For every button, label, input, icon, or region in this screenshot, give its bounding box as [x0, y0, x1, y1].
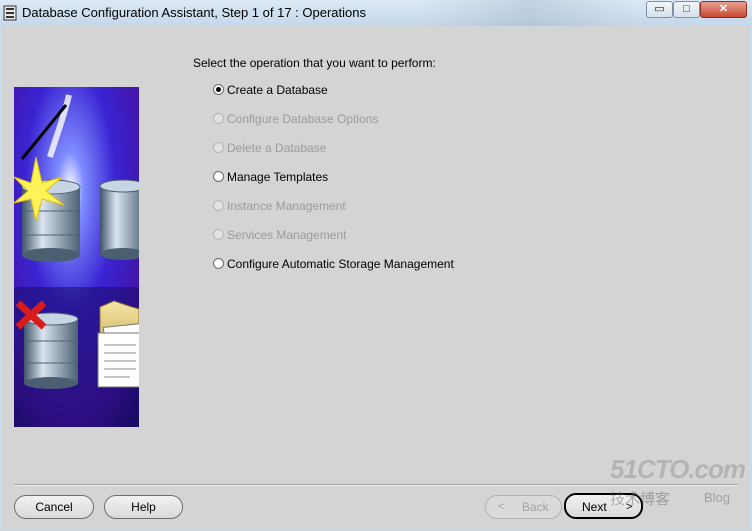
watermark-blog: Blog: [704, 490, 731, 505]
option-label: Create a Database: [227, 83, 328, 97]
radio-services-management: [213, 229, 224, 240]
database-checklist-icon: [99, 179, 139, 260]
wizard-illustration: [14, 87, 139, 427]
cancel-button[interactable]: Cancel: [14, 495, 94, 519]
maximize-button[interactable]: □: [673, 1, 700, 18]
wizard-panel: Select the operation that you want to pe…: [2, 26, 750, 529]
radio-delete-database: [213, 142, 224, 153]
minimize-icon: ▭: [654, 3, 665, 15]
watermark: 51CTO.com 技术博客 Blog: [610, 454, 750, 514]
minimize-button[interactable]: ▭: [646, 1, 673, 18]
option-label: Configure Automatic Storage Management: [227, 257, 454, 271]
back-button: < Back: [485, 495, 562, 519]
window-titlebar[interactable]: Database Configuration Assistant, Step 1…: [0, 0, 752, 26]
radio-manage-templates[interactable]: [213, 171, 224, 182]
radio-instance-management: [213, 200, 224, 211]
operation-prompt: Select the operation that you want to pe…: [193, 56, 436, 70]
option-label: Configure Database Options: [227, 112, 379, 126]
option-label: Delete a Database: [227, 141, 327, 155]
watermark-subtitle: 技术博客: [610, 491, 671, 508]
option-label: Services Management: [227, 228, 347, 242]
back-arrow-icon: <: [498, 501, 505, 513]
template-folder-icon: [97, 300, 139, 388]
option-label: Manage Templates: [227, 170, 329, 184]
back-label: Back: [522, 500, 549, 514]
radio-configure-database-options: [213, 113, 224, 124]
close-icon: ✕: [718, 3, 729, 15]
radio-create-database[interactable]: [213, 84, 224, 95]
app-icon: [3, 5, 17, 21]
maximize-icon: □: [683, 3, 690, 15]
watermark-site: 51CTO.com: [610, 454, 746, 484]
database-delete-icon: [15, 300, 79, 389]
window-title: Database Configuration Assistant, Step 1…: [22, 5, 366, 20]
option-label: Instance Management: [227, 199, 346, 213]
help-button[interactable]: Help: [104, 495, 183, 519]
titlebar-background: [420, 0, 640, 26]
next-label: Next: [582, 500, 607, 514]
radio-configure-asm[interactable]: [213, 258, 224, 269]
close-button[interactable]: ✕: [700, 1, 747, 18]
